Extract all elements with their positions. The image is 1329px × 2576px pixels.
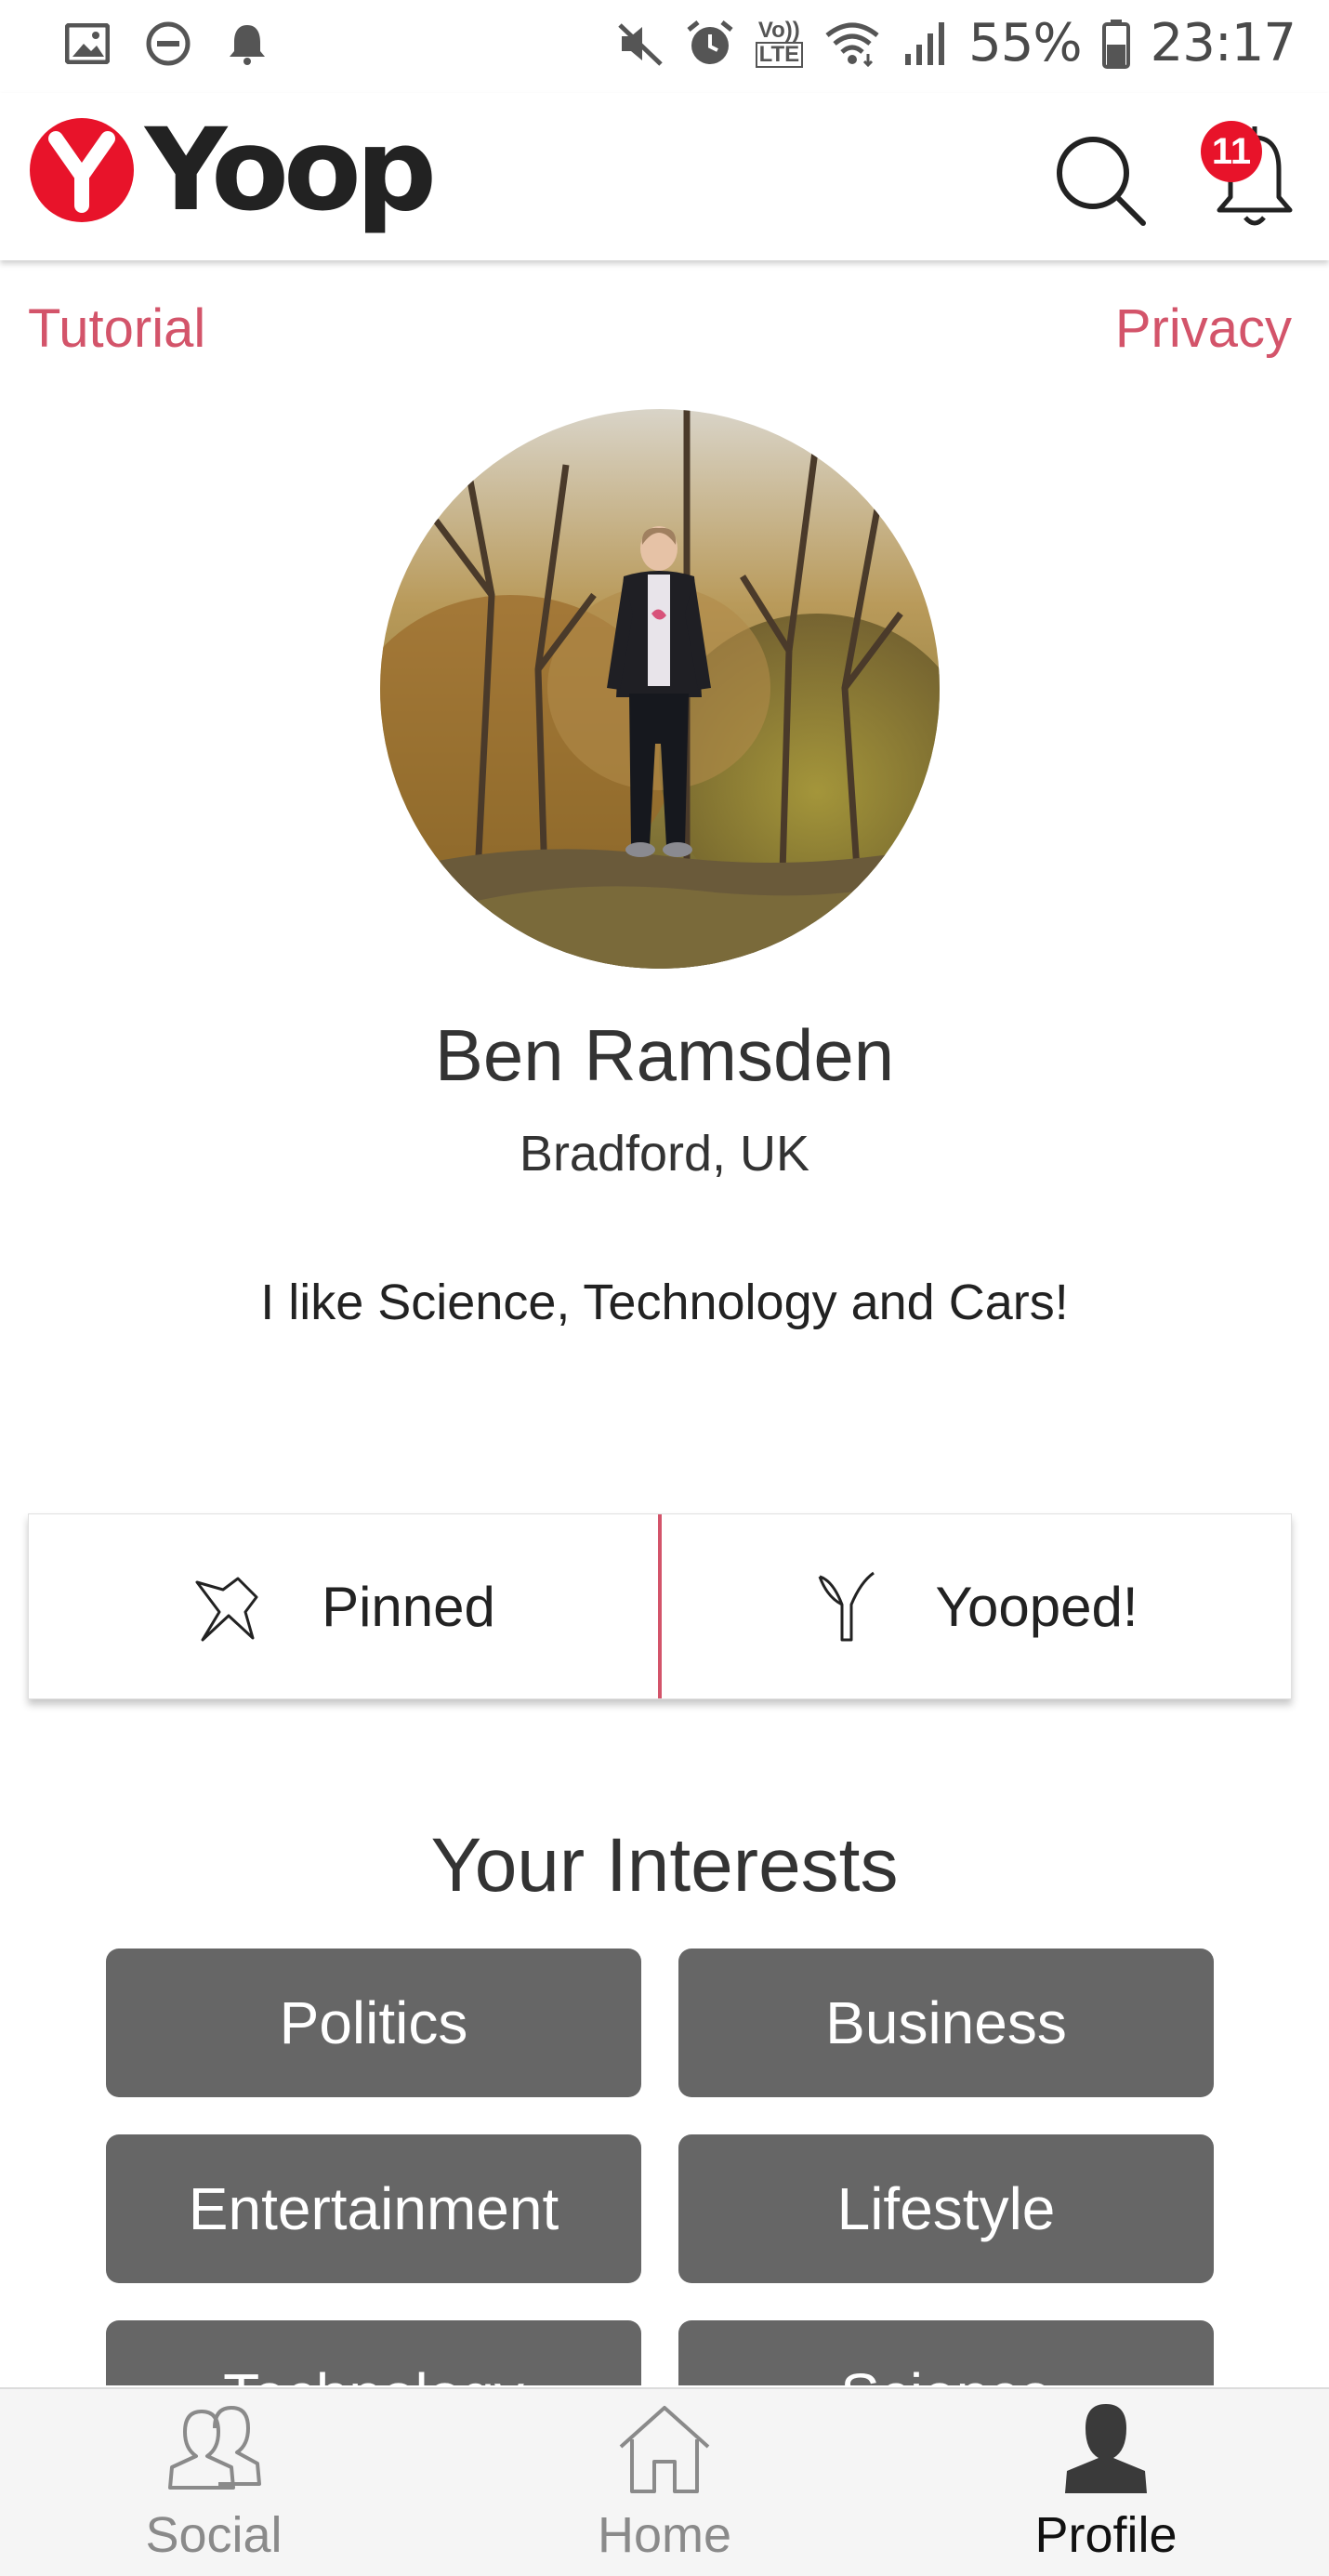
nav-home[interactable]: Home — [525, 2389, 804, 2576]
nav-home-label: Home — [597, 2507, 732, 2563]
top-links: Tutorial Privacy — [28, 297, 1292, 372]
app-header: Yoop 11 — [0, 93, 1329, 260]
profile-location: Bradford, UK — [519, 1126, 810, 1182]
image-icon — [65, 23, 110, 64]
pinned-label: Pinned — [322, 1575, 495, 1638]
nav-social[interactable]: Social — [74, 2389, 353, 2576]
profile-bio: I like Science, Technology and Cars! — [260, 1275, 1069, 1330]
profile-icon — [1065, 2404, 1147, 2493]
nav-social-label: Social — [145, 2507, 283, 2563]
battery-percentage: 55% — [968, 13, 1082, 73]
battery-icon — [1101, 19, 1130, 69]
search-button[interactable] — [1050, 130, 1152, 232]
clock: 23:17 — [1150, 13, 1296, 73]
interests-title: Your Interests — [430, 1823, 899, 1908]
interest-science[interactable]: Science — [678, 2320, 1214, 2385]
volte-icon: Vo)) LTE — [755, 19, 804, 68]
interest-politics[interactable]: Politics — [106, 1949, 641, 2097]
status-bar: Vo)) LTE 55% 23:17 — [0, 0, 1329, 93]
yoop-y-icon — [819, 1571, 875, 1642]
interest-entertainment[interactable]: Entertainment — [106, 2134, 641, 2283]
pin-icon — [195, 1577, 258, 1642]
yooped-label: Yooped! — [935, 1575, 1138, 1638]
mute-icon — [616, 20, 664, 68]
social-icon — [168, 2406, 261, 2490]
wifi-icon — [823, 20, 881, 67]
notifications-button[interactable]: 11 — [1199, 117, 1310, 238]
home-icon — [619, 2406, 710, 2493]
signal-icon — [901, 20, 948, 67]
profile-name: Ben Ramsden — [434, 1014, 895, 1096]
yooped-button[interactable]: Yooped! — [662, 1514, 1291, 1698]
search-icon — [1057, 137, 1146, 226]
nav-profile-label: Profile — [1034, 2507, 1178, 2563]
nav-profile[interactable]: Profile — [967, 2389, 1245, 2576]
bottom-nav: Social Home Profile — [0, 2387, 1329, 2576]
profile-avatar[interactable] — [380, 409, 940, 969]
brand-name: Yoop — [145, 104, 437, 236]
notification-bell-icon — [227, 21, 268, 66]
interest-lifestyle[interactable]: Lifestyle — [678, 2134, 1214, 2283]
yoop-logo-icon — [30, 118, 134, 222]
tutorial-link[interactable]: Tutorial — [28, 297, 205, 360]
pinned-button[interactable]: Pinned — [29, 1514, 658, 1698]
interest-business[interactable]: Business — [678, 1949, 1214, 2097]
alarm-icon — [685, 19, 735, 69]
avatar-photo — [380, 409, 940, 969]
privacy-link[interactable]: Privacy — [1115, 297, 1292, 360]
notification-badge: 11 — [1201, 121, 1262, 182]
interest-technology[interactable]: Technology — [106, 2320, 641, 2385]
pinned-yooped-toggle: Pinned Yooped! — [28, 1513, 1292, 1699]
yoop-logo[interactable]: Yoop — [28, 104, 437, 236]
dnd-icon — [145, 20, 191, 67]
interests-grid: Politics Business Entertainment Lifestyl… — [106, 1949, 1214, 2385]
